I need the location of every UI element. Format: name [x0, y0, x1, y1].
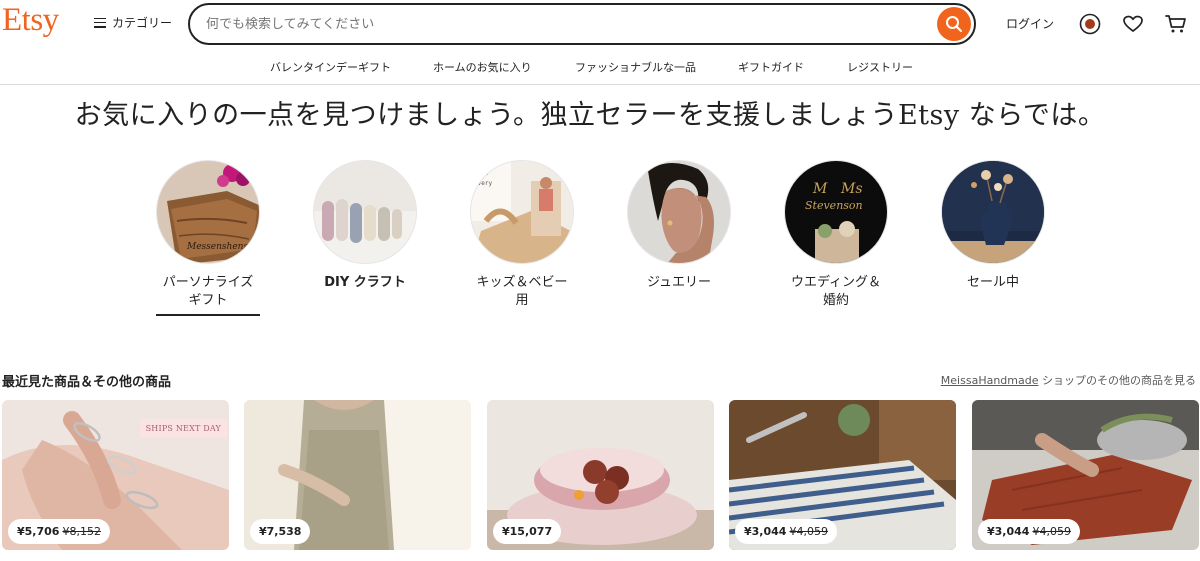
- category-personalized-gifts[interactable]: Messenshens パーソナライズ ギフト: [138, 160, 278, 310]
- price-pill: ¥3,044 ¥4,059: [978, 519, 1080, 544]
- account-button[interactable]: [1078, 12, 1102, 36]
- shop-more-link-container: MeissaHandmade ショップのその他の商品を見る: [941, 372, 1196, 388]
- nav-item-fashion[interactable]: ファッショナブルな一品: [575, 59, 696, 75]
- login-link[interactable]: ログイン: [1006, 15, 1054, 32]
- category-diy-crafts[interactable]: DIY クラフト: [295, 160, 435, 292]
- original-price: ¥4,059: [789, 525, 828, 538]
- search-bar: [188, 3, 976, 45]
- category-image: [627, 160, 731, 264]
- price: ¥7,538: [259, 525, 302, 538]
- category-image: Messenshens: [156, 160, 260, 264]
- category-label: DIY クラフト: [324, 275, 406, 290]
- svg-text:M: M: [812, 181, 828, 197]
- product-card[interactable]: ¥3,044 ¥4,059: [972, 400, 1199, 550]
- product-card[interactable]: ¥3,044 ¥4,059: [729, 400, 956, 550]
- shop-name-link[interactable]: MeissaHandmade: [941, 374, 1039, 387]
- product-card[interactable]: ¥7,538: [244, 400, 471, 550]
- nav-item-home-favorites[interactable]: ホームのお気に入り: [433, 59, 532, 75]
- original-price: ¥4,059: [1032, 525, 1071, 538]
- category-label: パーソナライズ ギフト: [162, 275, 254, 308]
- price: ¥3,044: [987, 525, 1030, 538]
- search-icon: [946, 16, 963, 33]
- favorites-button[interactable]: [1121, 12, 1145, 36]
- account-icon: [1079, 13, 1101, 35]
- heart-icon: [1123, 15, 1143, 32]
- category-label: キッズ＆ベビー 用: [476, 275, 568, 308]
- svg-text:Ms: Ms: [840, 181, 863, 197]
- svg-text:Stevenson: Stevenson: [805, 199, 863, 212]
- search-button[interactable]: [937, 7, 971, 41]
- category-label: ウエディング＆ 婚約: [790, 275, 882, 308]
- original-price: ¥8,152: [62, 525, 101, 538]
- search-input[interactable]: [206, 16, 926, 32]
- price: ¥5,706: [17, 525, 60, 538]
- shop-more-suffix: ショップのその他の商品を見る: [1038, 374, 1196, 387]
- category-image: [941, 160, 1045, 264]
- hero-title: お気に入りの一点を見つけましょう。独立セラーを支援しましょうEtsy ならでは。: [74, 100, 1106, 131]
- svg-text:every: every: [474, 180, 492, 187]
- product-card[interactable]: ¥15,077: [487, 400, 714, 550]
- category-on-sale[interactable]: セール中: [923, 160, 1063, 292]
- price: ¥15,077: [502, 525, 553, 538]
- price-pill: ¥5,706 ¥8,152: [8, 519, 110, 544]
- price-pill: ¥3,044 ¥4,059: [735, 519, 837, 544]
- category-nav: バレンタインデーギフト ホームのお気に入り ファッショナブルな一品 ギフトガイド…: [0, 50, 1200, 85]
- category-label: ジュエリー: [646, 275, 712, 290]
- category-jewelry[interactable]: ジュエリー: [609, 160, 749, 292]
- price-pill: ¥7,538: [250, 519, 311, 544]
- nav-item-valentines[interactable]: バレンタインデーギフト: [270, 59, 391, 75]
- category-image: life every: [470, 160, 574, 264]
- nav-item-gift-guide[interactable]: ギフトガイド: [738, 59, 804, 75]
- svg-text:life: life: [474, 170, 489, 177]
- selected-category-underline: [156, 314, 260, 316]
- category-label: セール中: [966, 275, 1019, 290]
- recently-viewed-title: 最近見た商品＆その他の商品: [2, 375, 172, 390]
- categories-label: カテゴリー: [112, 16, 173, 30]
- price: ¥3,044: [744, 525, 787, 538]
- price-pill: ¥15,077: [493, 519, 562, 544]
- svg-text:Messenshens: Messenshens: [186, 242, 248, 252]
- header: Etsy カテゴリー ログイン: [0, 0, 1200, 50]
- category-image: [313, 160, 417, 264]
- etsy-logo[interactable]: Etsy: [2, 2, 59, 39]
- categories-button[interactable]: カテゴリー: [94, 14, 172, 31]
- ships-next-day-badge: SHIPS NEXT DAY: [139, 419, 227, 438]
- menu-icon: [94, 17, 106, 28]
- cart-button[interactable]: [1164, 12, 1188, 36]
- cart-icon: [1165, 15, 1186, 33]
- category-wedding[interactable]: M Ms Stevenson ウエディング＆ 婚約: [766, 160, 906, 310]
- category-image: M Ms Stevenson: [784, 160, 888, 264]
- category-kids-baby[interactable]: life every キッズ＆ベビー 用: [452, 160, 592, 310]
- nav-item-registry[interactable]: レジストリー: [847, 59, 913, 75]
- product-card[interactable]: SHIPS NEXT DAY ¥5,706 ¥8,152: [2, 400, 229, 550]
